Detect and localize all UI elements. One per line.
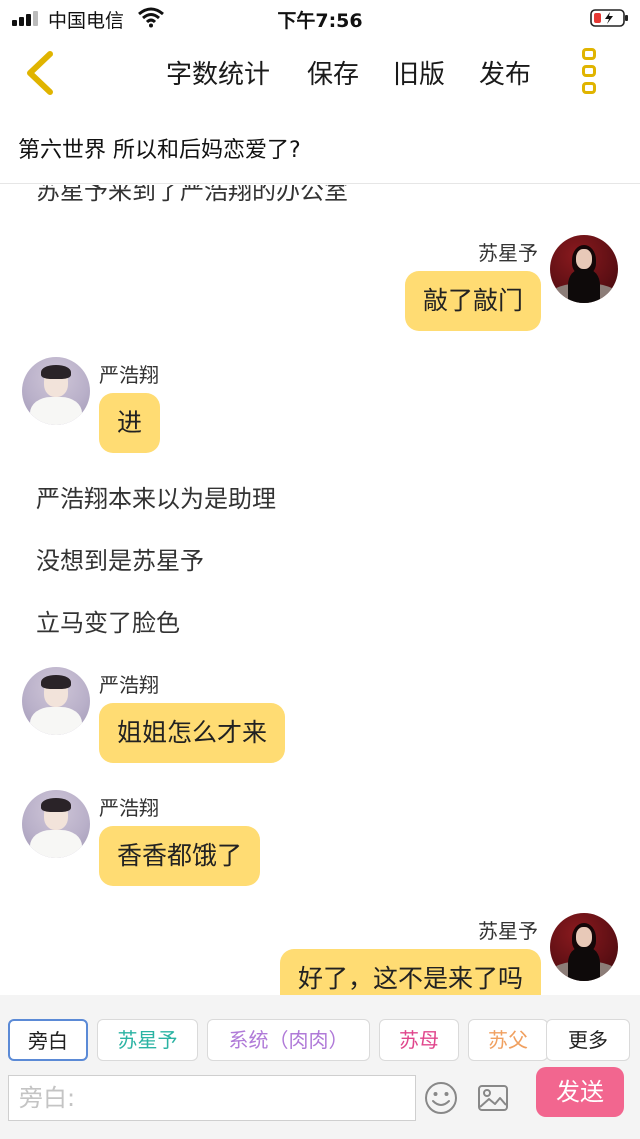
speaker-name: 严浩翔 <box>99 363 159 387</box>
avatar-yan-haoxiang[interactable] <box>22 667 90 735</box>
speaker-name: 苏星予 <box>478 241 538 265</box>
more-roles-button[interactable]: 更多 <box>546 1019 630 1061</box>
word-count-button[interactable]: 字数统计 <box>166 54 270 91</box>
avatar-su-xingyu[interactable] <box>550 913 618 981</box>
chapter-header: 第六世界 所以和后妈恋爱了? <box>0 110 640 184</box>
battery-icon <box>590 9 628 27</box>
message-bubble[interactable]: 香香都饿了 <box>99 826 261 886</box>
narration-line[interactable]: 立马变了脸色 <box>36 603 180 638</box>
old-version-button[interactable]: 旧版 <box>393 54 445 91</box>
emoji-icon[interactable] <box>424 1081 458 1115</box>
message-bubble[interactable]: 好了，这不是来了吗 <box>279 949 541 995</box>
narration-line: 苏星予来到了严浩翔的办公室 <box>36 185 348 205</box>
role-chip-su-mother[interactable]: 苏母 <box>379 1019 459 1061</box>
chapter-title: 第六世界 所以和后妈恋爱了? <box>18 138 301 163</box>
narration-line[interactable]: 严浩翔本来以为是助理 <box>36 479 276 514</box>
avatar-yan-haoxiang[interactable] <box>22 357 90 425</box>
role-chip-su-father[interactable]: 苏父 <box>468 1019 548 1061</box>
speaker-name: 严浩翔 <box>99 673 159 697</box>
narration-line[interactable]: 没想到是苏星予 <box>36 541 204 576</box>
editor-nav-bar: 字数统计 保存 旧版 发布 <box>0 36 640 110</box>
message-bubble[interactable]: 进 <box>99 393 161 453</box>
message-input[interactable] <box>9 1076 415 1120</box>
message-bubble[interactable]: 敲了敲门 <box>404 271 541 331</box>
more-icon[interactable] <box>578 48 600 100</box>
status-bar: 中国电信 下午7:56 <box>0 0 640 36</box>
avatar-yan-haoxiang[interactable] <box>22 790 90 858</box>
role-chip-system[interactable]: 系统（肉肉） <box>207 1019 370 1061</box>
message-bubble[interactable]: 姐姐怎么才来 <box>99 703 286 763</box>
image-icon[interactable] <box>476 1081 510 1115</box>
save-button[interactable]: 保存 <box>307 54 359 91</box>
speaker-name: 苏星予 <box>478 919 538 943</box>
role-chip-narration[interactable]: 旁白 <box>8 1019 88 1061</box>
avatar-su-xingyu[interactable] <box>550 235 618 303</box>
speaker-name: 严浩翔 <box>99 796 159 820</box>
chat-area: 苏星予来到了严浩翔的办公室 苏星予 敲了敲门 严浩翔 进 严浩翔本来以为是助理 … <box>0 185 640 995</box>
compose-toolbar: 旁白 苏星予 系统（肉肉） 苏母 苏父 更多 发送 <box>0 995 640 1139</box>
send-button[interactable]: 发送 <box>536 1067 624 1117</box>
publish-button[interactable]: 发布 <box>479 54 531 91</box>
status-time: 下午7:56 <box>277 10 363 32</box>
role-chip-su-xingyu[interactable]: 苏星予 <box>97 1019 198 1061</box>
message-input-wrapper <box>8 1075 416 1121</box>
back-icon[interactable] <box>18 50 58 96</box>
